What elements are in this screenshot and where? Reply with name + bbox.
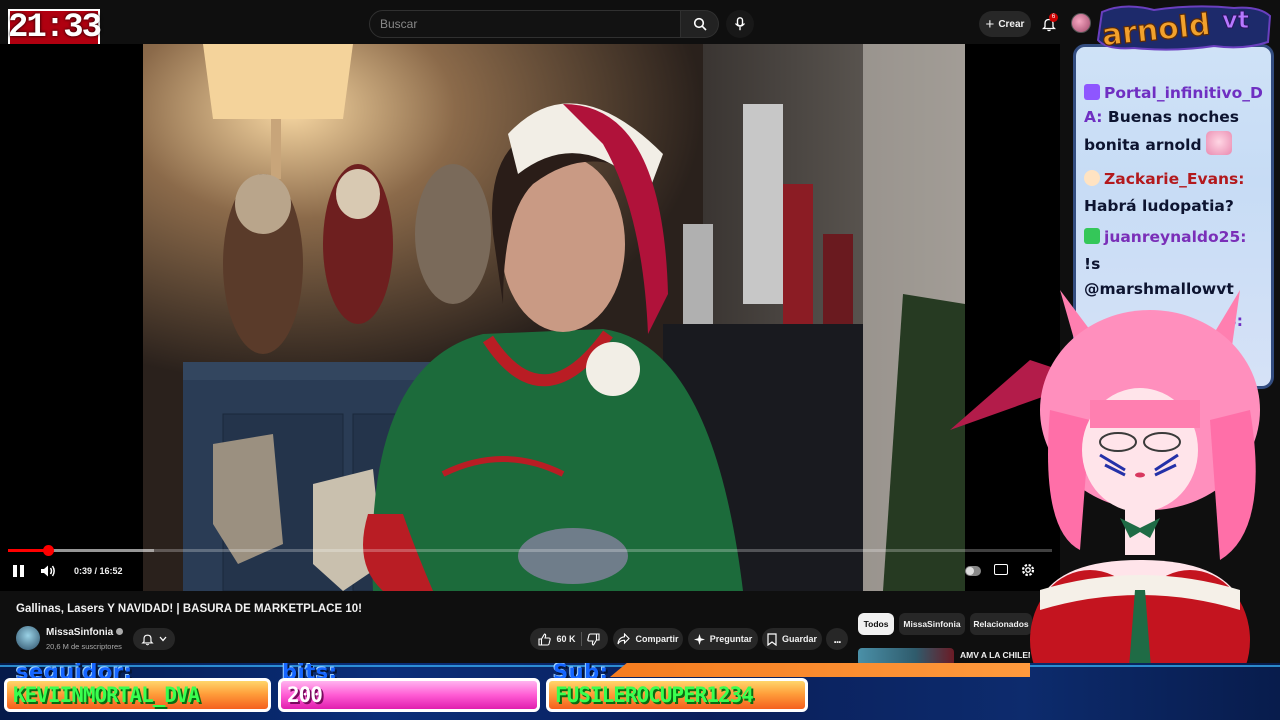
- chat-message-line: Habrá ludopatia?: [1084, 192, 1234, 220]
- search-box[interactable]: [369, 10, 681, 38]
- bookmark-icon: [767, 632, 777, 646]
- share-icon: [617, 633, 631, 645]
- ask-button[interactable]: Preguntar: [688, 628, 758, 650]
- create-label: Crear: [998, 18, 1025, 30]
- search-input[interactable]: [380, 11, 670, 37]
- progress-scrubber[interactable]: [43, 545, 55, 556]
- share-button[interactable]: Compartir: [613, 628, 683, 650]
- dislike-icon[interactable]: [586, 632, 600, 646]
- chat-username: juanreynaldo25:: [1104, 228, 1247, 246]
- vtuber-avatar: [950, 290, 1260, 720]
- account-avatar[interactable]: [1071, 13, 1091, 33]
- emote-icon: [1205, 131, 1232, 155]
- top-bar: + Crear 6 ▲: [0, 0, 1130, 44]
- chat-text: Buenas noches: [1107, 108, 1240, 126]
- verified-icon: [116, 628, 124, 635]
- chat-username-cont: A:: [1084, 108, 1103, 126]
- chat-message-line: bonita arnold: [1084, 131, 1232, 159]
- chat-badge-icon: [1084, 84, 1100, 100]
- progress-bar[interactable]: [8, 545, 1052, 556]
- chat-message: Zackarie_Evans:: [1084, 165, 1244, 193]
- video-title: Gallinas, Lasers Y NAVIDAD! | BASURA DE …: [16, 603, 362, 615]
- plus-icon: +: [985, 15, 995, 33]
- chat-text: Habrá ludopatia?: [1084, 197, 1234, 215]
- arnoldvt-logo: arnold vt: [1096, 5, 1272, 52]
- search-button[interactable]: [681, 10, 719, 38]
- volume-icon: [41, 565, 55, 577]
- checkmark-badge-icon: [1084, 228, 1100, 244]
- chip-todos[interactable]: Todos: [858, 613, 894, 635]
- subscription-bell-button[interactable]: [133, 628, 175, 650]
- chat-text: bonita arnold: [1084, 136, 1202, 154]
- volume-button[interactable]: [39, 562, 57, 580]
- more-actions-button[interactable]: ...: [826, 628, 848, 650]
- like-divider: [580, 632, 582, 646]
- latest-bits-bar: 200: [278, 678, 540, 712]
- bell-icon: [141, 634, 154, 645]
- video-player[interactable]: 0:39 / 16:52: [0, 44, 1060, 591]
- chat-badge-icon: [1084, 170, 1100, 186]
- video-frame[interactable]: [143, 44, 965, 591]
- notifications-badge: 6: [1049, 13, 1058, 22]
- save-button[interactable]: Guardar: [762, 628, 822, 650]
- channel-avatar[interactable]: [16, 626, 40, 650]
- ask-label: Preguntar: [709, 634, 753, 644]
- video-scene: [143, 44, 965, 591]
- microphone-icon: [734, 17, 746, 31]
- voice-search-button[interactable]: [726, 10, 754, 38]
- like-dislike-group: 60 K: [530, 628, 608, 650]
- channel-name[interactable]: MissaSinfonia: [46, 627, 124, 638]
- stream-clock: 21:33: [7, 9, 102, 47]
- orange-accent-band: [610, 663, 1030, 677]
- like-icon[interactable]: [538, 632, 552, 646]
- subscriber-count: 20,6 M de suscriptores: [46, 642, 122, 651]
- sparkle-icon: [693, 633, 705, 645]
- share-label: Compartir: [635, 634, 679, 644]
- chevron-down-icon: [159, 636, 167, 642]
- create-button[interactable]: + Crear: [979, 11, 1031, 37]
- like-count[interactable]: 60 K: [556, 634, 575, 644]
- latest-follower-bar: KEVIINMORTAL_DVA: [4, 678, 271, 712]
- pause-button[interactable]: [10, 562, 26, 580]
- chat-message-line: A: Buenas noches: [1084, 103, 1239, 131]
- chat-username: Zackarie_Evans:: [1104, 170, 1245, 188]
- save-label: Guardar: [781, 634, 817, 644]
- svg-text:vt: vt: [1222, 6, 1249, 34]
- chat-message: juanreynaldo25:: [1084, 223, 1246, 251]
- channel-name-text[interactable]: MissaSinfonia: [46, 627, 113, 638]
- latest-sub-bar: FUSILEROCUPER1234: [546, 678, 808, 712]
- progress-played: [8, 549, 49, 552]
- search-icon: [693, 17, 707, 31]
- chat-username: Portal_infinitivo_D: [1104, 84, 1263, 102]
- time-display: 0:39 / 16:52: [74, 566, 123, 576]
